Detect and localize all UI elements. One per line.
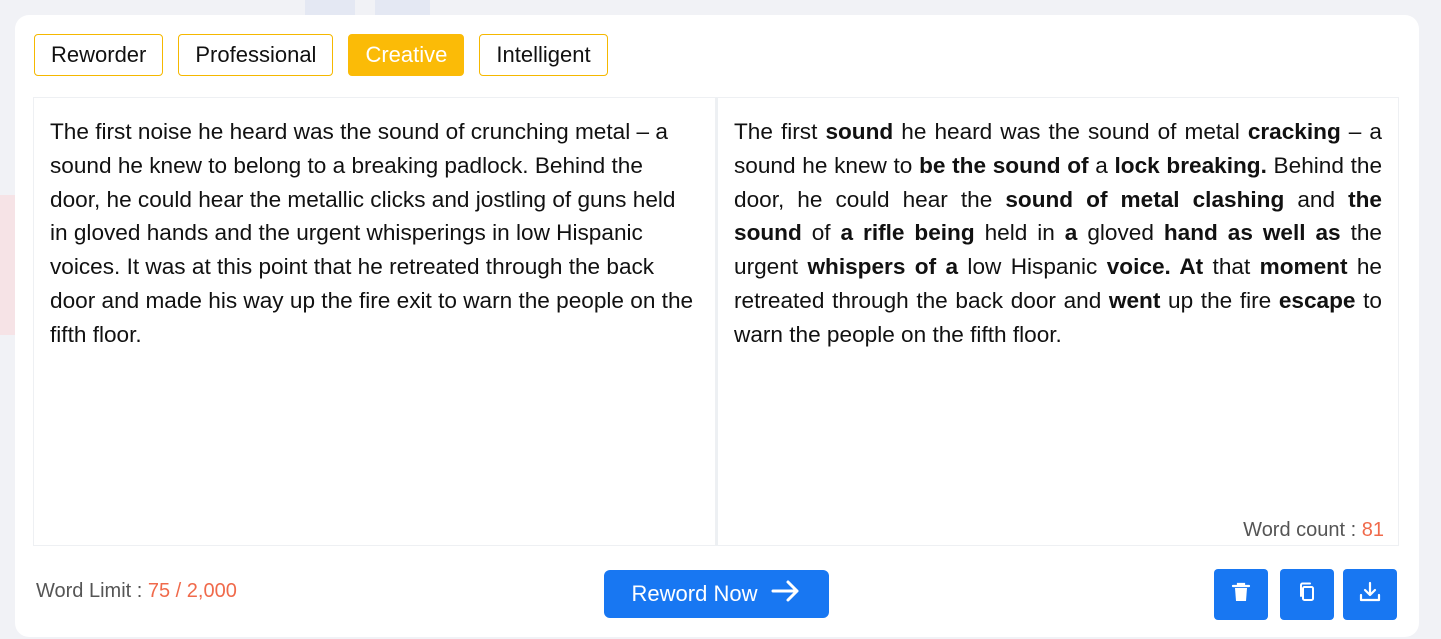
changed-phrase: be the sound of [919, 152, 1089, 178]
word-count-value: 81 [1361, 519, 1384, 541]
changed-phrase: a rifle being [840, 220, 975, 246]
trash-icon [1230, 581, 1252, 608]
download-icon [1358, 580, 1382, 609]
changed-phrase: hand as well as [1163, 220, 1341, 246]
unchanged-phrase: gloved [1077, 220, 1164, 246]
rewriter-card: Reworder Professional Creative Intellige… [15, 15, 1419, 637]
background-shape [375, 0, 430, 16]
arrow-right-icon [771, 579, 801, 609]
unchanged-phrase: The first [734, 119, 826, 144]
mode-selector: Reworder Professional Creative Intellige… [34, 34, 608, 76]
input-pane[interactable]: The first noise he heard was the sound o… [33, 97, 716, 546]
input-text[interactable]: The first noise he heard was the sound o… [34, 98, 715, 352]
changed-phrase: sound [825, 119, 894, 144]
unchanged-phrase: that [1203, 254, 1260, 280]
copy-icon [1296, 581, 1318, 608]
background-shape [0, 195, 16, 335]
changed-phrase: voice. At [1106, 254, 1204, 280]
mode-intelligent-button[interactable]: Intelligent [479, 34, 608, 76]
unchanged-phrase: he heard was the sound of metal [893, 119, 1248, 144]
word-count: Word count : 81 [1243, 519, 1384, 542]
mode-professional-button[interactable]: Professional [178, 34, 334, 76]
unchanged-phrase: of [801, 220, 841, 246]
unchanged-phrase: a [1088, 152, 1115, 178]
reword-now-button[interactable]: Reword Now [604, 570, 829, 618]
reword-now-label: Reword Now [631, 581, 758, 606]
unchanged-phrase: up the fire [1160, 287, 1279, 313]
unchanged-phrase: and [1284, 186, 1349, 212]
mode-reworder-button[interactable]: Reworder [34, 34, 164, 76]
background-shape [305, 0, 355, 16]
download-button[interactable] [1343, 569, 1397, 620]
word-limit: Word Limit : 75 / 2,000 [36, 580, 237, 603]
word-count-label: Word count : [1243, 519, 1362, 541]
delete-button[interactable] [1214, 569, 1268, 620]
changed-phrase: cracking [1247, 119, 1341, 144]
word-limit-label: Word Limit : [36, 580, 148, 602]
changed-phrase: sound of metal clashing [1005, 186, 1285, 212]
changed-phrase: escape [1278, 287, 1356, 313]
output-pane: The first sound he heard was the sound o… [716, 97, 1399, 546]
changed-phrase: moment [1259, 254, 1348, 280]
changed-phrase: a [1064, 220, 1078, 246]
word-limit-value: 75 / 2,000 [147, 580, 237, 602]
changed-phrase: went [1108, 287, 1161, 313]
changed-phrase: whispers of a [807, 254, 959, 280]
output-text: The first sound he heard was the sound o… [718, 98, 1398, 352]
mode-creative-button[interactable]: Creative [348, 34, 465, 76]
copy-button[interactable] [1280, 569, 1334, 620]
unchanged-phrase: low Hispanic [958, 254, 1107, 280]
unchanged-phrase: held in [974, 220, 1065, 246]
changed-phrase: lock breaking. [1114, 152, 1267, 178]
